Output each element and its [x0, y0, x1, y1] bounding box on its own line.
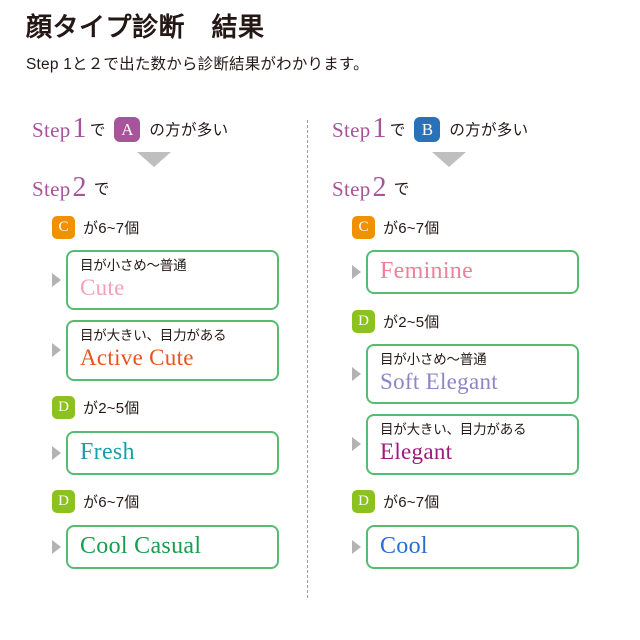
- result-box[interactable]: 目が小さめ〜普通 Soft Elegant: [366, 344, 579, 405]
- result-box[interactable]: 目が小さめ〜普通 Cute: [66, 250, 279, 311]
- badge-d: D: [52, 396, 75, 420]
- result-box[interactable]: Feminine: [366, 250, 579, 294]
- step1-label: Step1: [332, 113, 387, 144]
- result-row[interactable]: Cool Casual: [52, 524, 322, 569]
- result-row[interactable]: 目が小さめ〜普通 Cute: [52, 250, 322, 311]
- result-title: Active Cute: [80, 345, 194, 371]
- result-box[interactable]: 目が大きい、目力がある Elegant: [366, 414, 579, 475]
- result-title: Soft Elegant: [380, 368, 498, 394]
- result-box[interactable]: Fresh: [66, 430, 279, 475]
- page-header: 顔タイプ診断 結果 Step 1と２で出た数から診断結果がわかります。: [26, 12, 616, 75]
- badge-a: A: [114, 116, 141, 142]
- result-row[interactable]: 目が大きい、目力がある Elegant: [352, 414, 622, 475]
- triangle-right-icon: [52, 343, 61, 358]
- badge-b: B: [414, 116, 441, 142]
- page-title: 顔タイプ診断 結果: [26, 12, 265, 42]
- category-heading: C が6~7個: [52, 212, 322, 242]
- step1-tail: の方が多い: [449, 122, 529, 139]
- triangle-down-icon: [432, 152, 466, 167]
- result-title: Cool: [380, 532, 428, 559]
- result-title: Elegant: [380, 439, 453, 465]
- result-note: 目が大きい、目力がある: [380, 422, 527, 438]
- step2-line-b: Step2 で: [332, 172, 622, 204]
- step1-line-b: Step1 で B の方が多い: [332, 112, 622, 146]
- result-title: Cute: [80, 274, 125, 300]
- triangle-right-icon: [352, 265, 361, 279]
- result-row[interactable]: 目が小さめ〜普通 Soft Elegant: [352, 344, 622, 405]
- step1-de: で: [389, 122, 406, 139]
- triangle-right-icon: [352, 367, 361, 382]
- column-a: Step1 で A の方が多い Step2 で C が6~7個 目が小さめ〜普通…: [22, 112, 322, 569]
- triangle-down-icon: [137, 152, 171, 167]
- result-row[interactable]: Fresh: [52, 430, 322, 475]
- badge-d: D: [352, 309, 375, 333]
- result-box[interactable]: Cool Casual: [66, 524, 279, 569]
- column-b: Step1 で B の方が多い Step2 で C が6~7個 Feminine…: [322, 112, 622, 569]
- result-box[interactable]: Cool: [366, 524, 579, 569]
- result-title: Cool Casual: [80, 532, 202, 559]
- step2-de: で: [393, 181, 410, 198]
- step2-label: Step2: [32, 172, 87, 203]
- badge-d: D: [352, 490, 375, 514]
- category-count: が6~7個: [383, 494, 440, 512]
- category-count: が6~7個: [83, 219, 140, 237]
- triangle-right-icon: [52, 273, 61, 288]
- category-count: が6~7個: [83, 494, 140, 512]
- step1-label: Step1: [32, 113, 87, 144]
- result-title: Fresh: [80, 438, 135, 465]
- result-note: 目が小さめ〜普通: [380, 352, 487, 367]
- results-columns: Step1 で A の方が多い Step2 で C が6~7個 目が小さめ〜普通…: [0, 112, 640, 632]
- badge-d: D: [52, 490, 75, 514]
- badge-c: C: [52, 215, 75, 239]
- triangle-right-icon: [352, 437, 361, 452]
- result-row[interactable]: 目が大きい、目力がある Active Cute: [52, 320, 322, 381]
- result-note: 目が小さめ〜普通: [80, 258, 187, 273]
- step2-label: Step2: [332, 172, 387, 203]
- category-heading: D が6~7個: [52, 487, 322, 517]
- category-heading: D が6~7個: [352, 487, 622, 517]
- category-heading: D が2~5個: [52, 393, 322, 423]
- step1-line-a: Step1 で A の方が多い: [32, 112, 322, 146]
- step2-de: で: [93, 181, 110, 198]
- result-box[interactable]: 目が大きい、目力がある Active Cute: [66, 320, 279, 381]
- result-title: Feminine: [380, 258, 474, 285]
- step1-tail: の方が多い: [149, 122, 229, 139]
- category-heading: C が6~7個: [352, 212, 622, 242]
- result-row[interactable]: Feminine: [352, 250, 622, 294]
- category-heading: D が2~5個: [352, 306, 622, 336]
- triangle-right-icon: [52, 539, 61, 554]
- category-count: が6~7個: [383, 219, 440, 237]
- triangle-right-icon: [52, 445, 61, 460]
- page-subtitle: Step 1と２で出た数から診断結果がわかります。: [26, 56, 369, 74]
- category-count: が2~5個: [383, 313, 440, 331]
- result-note: 目が大きい、目力がある: [80, 328, 227, 344]
- step1-de: で: [89, 122, 106, 139]
- badge-c: C: [352, 215, 375, 239]
- step2-line-a: Step2 で: [32, 172, 322, 204]
- triangle-right-icon: [352, 539, 361, 554]
- result-row[interactable]: Cool: [352, 524, 622, 569]
- category-count: が2~5個: [83, 400, 140, 418]
